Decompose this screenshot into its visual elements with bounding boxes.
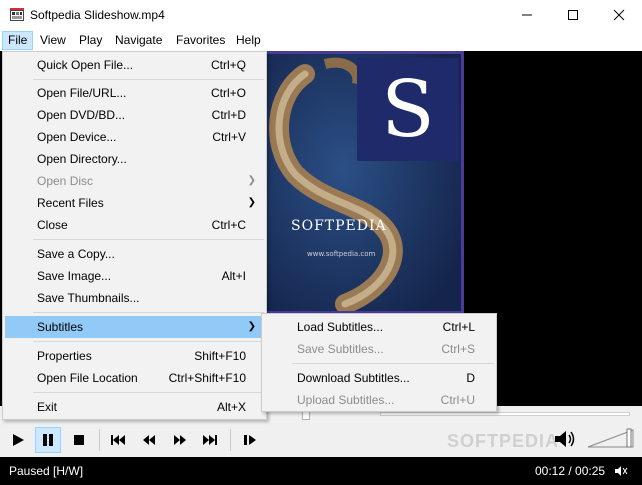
video-url-text: www.softpedia.com xyxy=(307,250,376,258)
menu-item-download-subtitles[interactable]: Download Subtitles... D xyxy=(264,367,494,389)
watermark: SOFTPEDIA xyxy=(447,431,560,451)
volume-slider[interactable] xyxy=(586,427,636,449)
rewind-button[interactable] xyxy=(136,427,162,453)
menu-item-save-copy[interactable]: Save a Copy... xyxy=(5,243,264,265)
frame-step-button[interactable] xyxy=(237,427,263,453)
maximize-button[interactable] xyxy=(550,0,596,30)
controls-separator xyxy=(230,429,231,451)
stop-button[interactable] xyxy=(66,427,92,453)
menu-item-open-directory[interactable]: Open Directory... xyxy=(5,148,264,170)
rewind-icon xyxy=(143,435,155,445)
file-menu: Quick Open File... Ctrl+Q Open File/URL.… xyxy=(2,51,267,420)
video-frame: S SOFTPEDIA www.softpedia.com xyxy=(262,51,464,314)
window-title: Softpedia Slideshow.mp4 xyxy=(30,8,165,22)
frame-step-icon xyxy=(244,435,256,445)
skip-forward-button[interactable] xyxy=(197,427,223,453)
title-bar: Softpedia Slideshow.mp4 xyxy=(0,0,642,30)
skip-forward-icon xyxy=(203,435,217,445)
menu-item-open-device[interactable]: Open Device... Ctrl+V xyxy=(5,126,264,148)
menu-item-save-thumbnails[interactable]: Save Thumbnails... xyxy=(5,287,264,309)
menu-item-exit[interactable]: Exit Alt+X xyxy=(5,396,264,418)
status-bar: Paused [H/W] 00:12 / 00:25 xyxy=(0,457,642,485)
menu-item-save-image[interactable]: Save Image... Alt+I xyxy=(5,265,264,287)
pause-button[interactable] xyxy=(35,427,61,453)
menu-item-subtitles[interactable]: Subtitles ❯ xyxy=(5,316,264,338)
controls-separator xyxy=(99,429,100,451)
minimize-button[interactable] xyxy=(504,0,550,30)
menu-item-properties[interactable]: Properties Shift+F10 xyxy=(5,345,264,367)
minimize-icon xyxy=(522,14,532,16)
play-icon xyxy=(13,434,24,446)
chevron-right-icon: ❯ xyxy=(247,175,256,186)
menu-separator xyxy=(33,341,264,342)
menu-item-open-file-location[interactable]: Open File Location Ctrl+Shift+F10 xyxy=(5,367,264,389)
pause-icon xyxy=(43,434,53,446)
menu-separator xyxy=(292,363,494,364)
video-overlay-text: SOFTPEDIA xyxy=(291,218,387,234)
logo-letter: S xyxy=(381,65,434,155)
menu-item-open-dvd[interactable]: Open DVD/BD... Ctrl+D xyxy=(5,104,264,126)
menu-item-save-subtitles: Save Subtitles... Ctrl+S xyxy=(297,342,475,356)
menu-item-load-subtitles[interactable]: Load Subtitles... Ctrl+L xyxy=(264,316,494,338)
audio-status-icon xyxy=(615,466,628,476)
menu-help[interactable]: Help xyxy=(231,31,266,50)
stop-icon xyxy=(74,435,84,445)
skip-back-icon xyxy=(111,435,125,445)
menu-item-close[interactable]: Close Ctrl+C xyxy=(5,214,264,236)
menu-favorites[interactable]: Favorites xyxy=(171,31,230,50)
menu-view[interactable]: View xyxy=(35,31,71,50)
fast-forward-icon xyxy=(174,435,186,445)
menu-separator xyxy=(33,79,264,80)
menu-separator xyxy=(33,312,264,313)
subtitles-submenu: Load Subtitles... Ctrl+L Save Subtitles.… xyxy=(261,313,497,412)
fast-forward-button[interactable] xyxy=(167,427,193,453)
play-button[interactable] xyxy=(5,427,31,453)
menu-item-upload-subtitles: Upload Subtitles... Ctrl+U xyxy=(297,393,475,407)
chevron-right-icon: ❯ xyxy=(247,197,256,208)
maximize-icon xyxy=(568,10,578,20)
menu-separator xyxy=(33,239,264,240)
menu-play[interactable]: Play xyxy=(74,31,107,50)
close-button[interactable] xyxy=(596,0,642,30)
seek-track[interactable] xyxy=(380,412,630,416)
menu-bar: File View Play Navigate Favorites Help xyxy=(0,30,642,51)
menu-item-recent-files[interactable]: Recent Files ❯ xyxy=(5,192,264,214)
app-icon xyxy=(10,8,24,21)
menu-navigate[interactable]: Navigate xyxy=(110,31,167,50)
time-display[interactable]: 00:12 / 00:25 xyxy=(535,464,605,478)
menu-item-quick-open[interactable]: Quick Open File... Ctrl+Q xyxy=(5,54,264,76)
skip-back-button[interactable] xyxy=(105,427,131,453)
menu-item-open-file[interactable]: Open File/URL... Ctrl+O xyxy=(5,82,264,104)
chevron-right-icon: ❯ xyxy=(247,321,256,332)
playback-status: Paused [H/W] xyxy=(9,464,84,478)
volume-icon[interactable] xyxy=(552,427,578,451)
close-icon xyxy=(613,9,625,21)
menu-separator xyxy=(33,392,264,393)
menu-file[interactable]: File xyxy=(2,31,34,50)
video-image: S SOFTPEDIA www.softpedia.com xyxy=(265,54,461,311)
menu-item-open-disc: Open Disc ❯ xyxy=(5,170,264,192)
